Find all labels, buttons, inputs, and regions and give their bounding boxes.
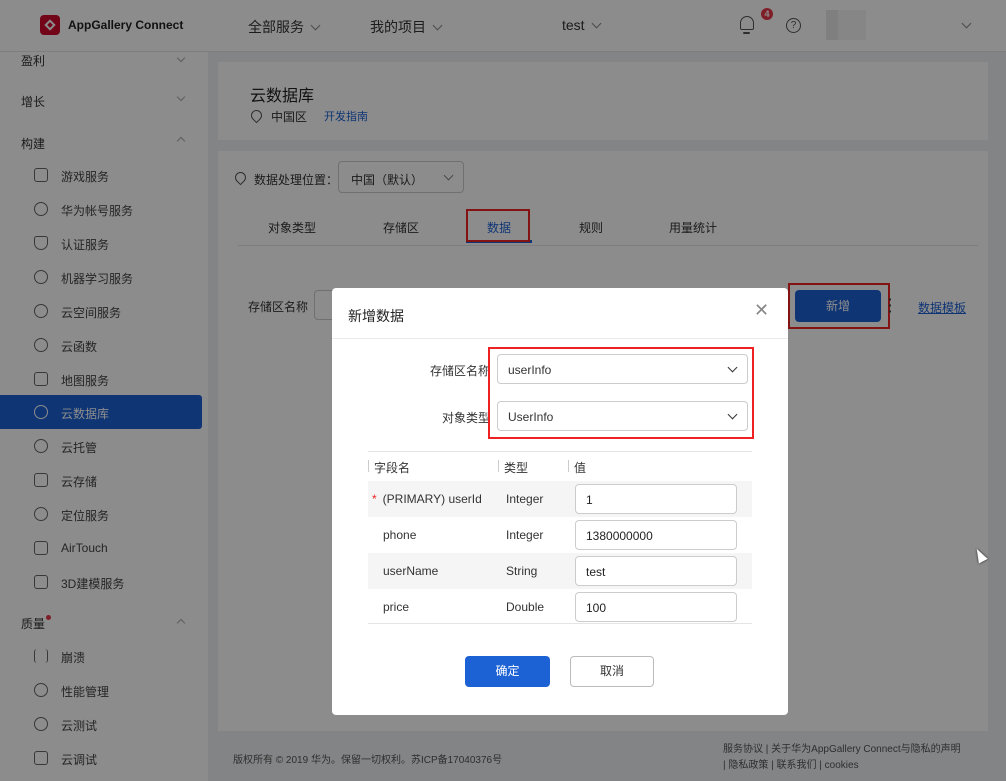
field-value-input[interactable]: 1 <box>575 484 737 514</box>
field-type: String <box>506 564 538 578</box>
highlight-box-dialog-selects <box>488 347 754 439</box>
field-name: userName <box>383 564 439 578</box>
add-data-dialog: 新增数据 ✕ 存储区名称 userInfo 对象类型 UserInfo 字段名 … <box>332 288 788 715</box>
required-marker: * <box>372 492 377 506</box>
field-value-input[interactable]: 1380000000 <box>575 520 737 550</box>
field-value-text: 1 <box>586 493 593 507</box>
column-header-value: 值 <box>574 461 587 475</box>
dialog-zone-label: 存储区名称 <box>429 364 490 378</box>
column-separator <box>568 460 569 472</box>
field-name: * (PRIMARY) userId <box>372 492 482 506</box>
field-value-input[interactable]: test <box>575 556 737 586</box>
table-row: userName String test <box>368 553 752 589</box>
field-name: phone <box>383 528 417 542</box>
field-value-text: 100 <box>586 601 607 615</box>
dialog-type-label: 对象类型 <box>441 411 490 425</box>
confirm-button[interactable]: 确定 <box>465 656 550 687</box>
table-header: 字段名 类型 值 <box>368 451 752 480</box>
table-bottom-border <box>368 623 752 624</box>
column-separator <box>498 460 499 472</box>
dialog-divider <box>332 338 788 339</box>
field-value-text: 1380000000 <box>586 529 653 543</box>
field-value-text: test <box>586 565 606 579</box>
field-type: Integer <box>506 492 544 506</box>
cancel-button[interactable]: 取消 <box>570 656 654 687</box>
field-type: Integer <box>506 528 544 542</box>
column-header-field: 字段名 <box>374 461 411 475</box>
field-name-text: (PRIMARY) userId <box>382 492 482 506</box>
table-row: price Double 100 <box>368 589 752 625</box>
table-row: phone Integer 1380000000 <box>368 517 752 553</box>
column-header-type: 类型 <box>504 461 529 475</box>
table-row: * (PRIMARY) userId Integer 1 <box>368 481 752 517</box>
dialog-title: 新增数据 <box>348 308 404 324</box>
field-value-input[interactable]: 100 <box>575 592 737 622</box>
column-separator <box>368 460 369 472</box>
close-icon[interactable]: ✕ <box>754 300 769 321</box>
field-type: Double <box>506 600 545 614</box>
field-name: price <box>383 600 410 614</box>
